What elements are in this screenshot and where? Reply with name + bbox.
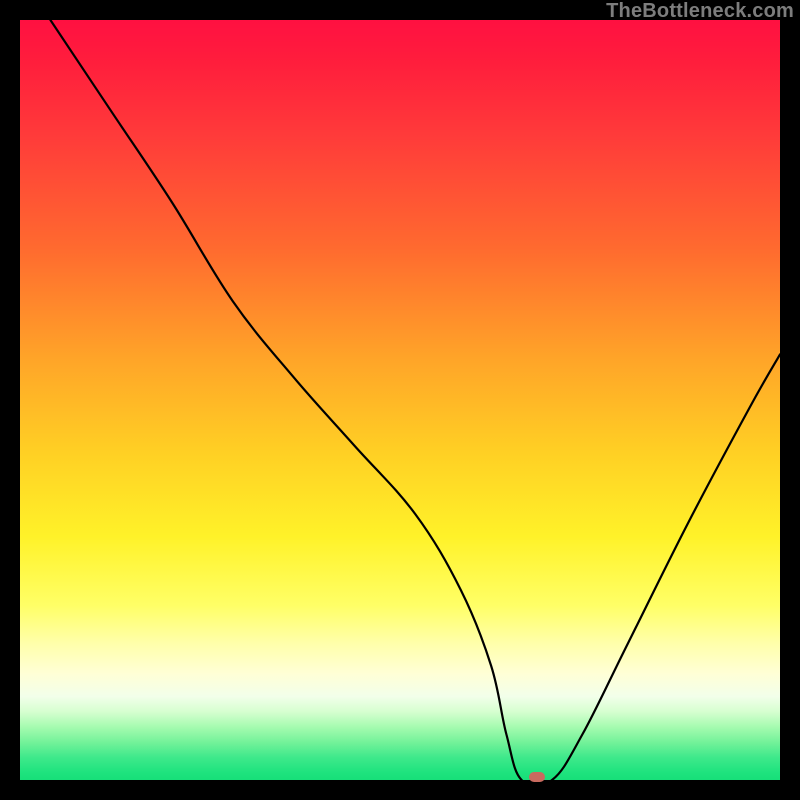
optimal-point-marker xyxy=(529,772,545,782)
background-gradient xyxy=(20,20,780,780)
plot-area xyxy=(20,20,780,780)
